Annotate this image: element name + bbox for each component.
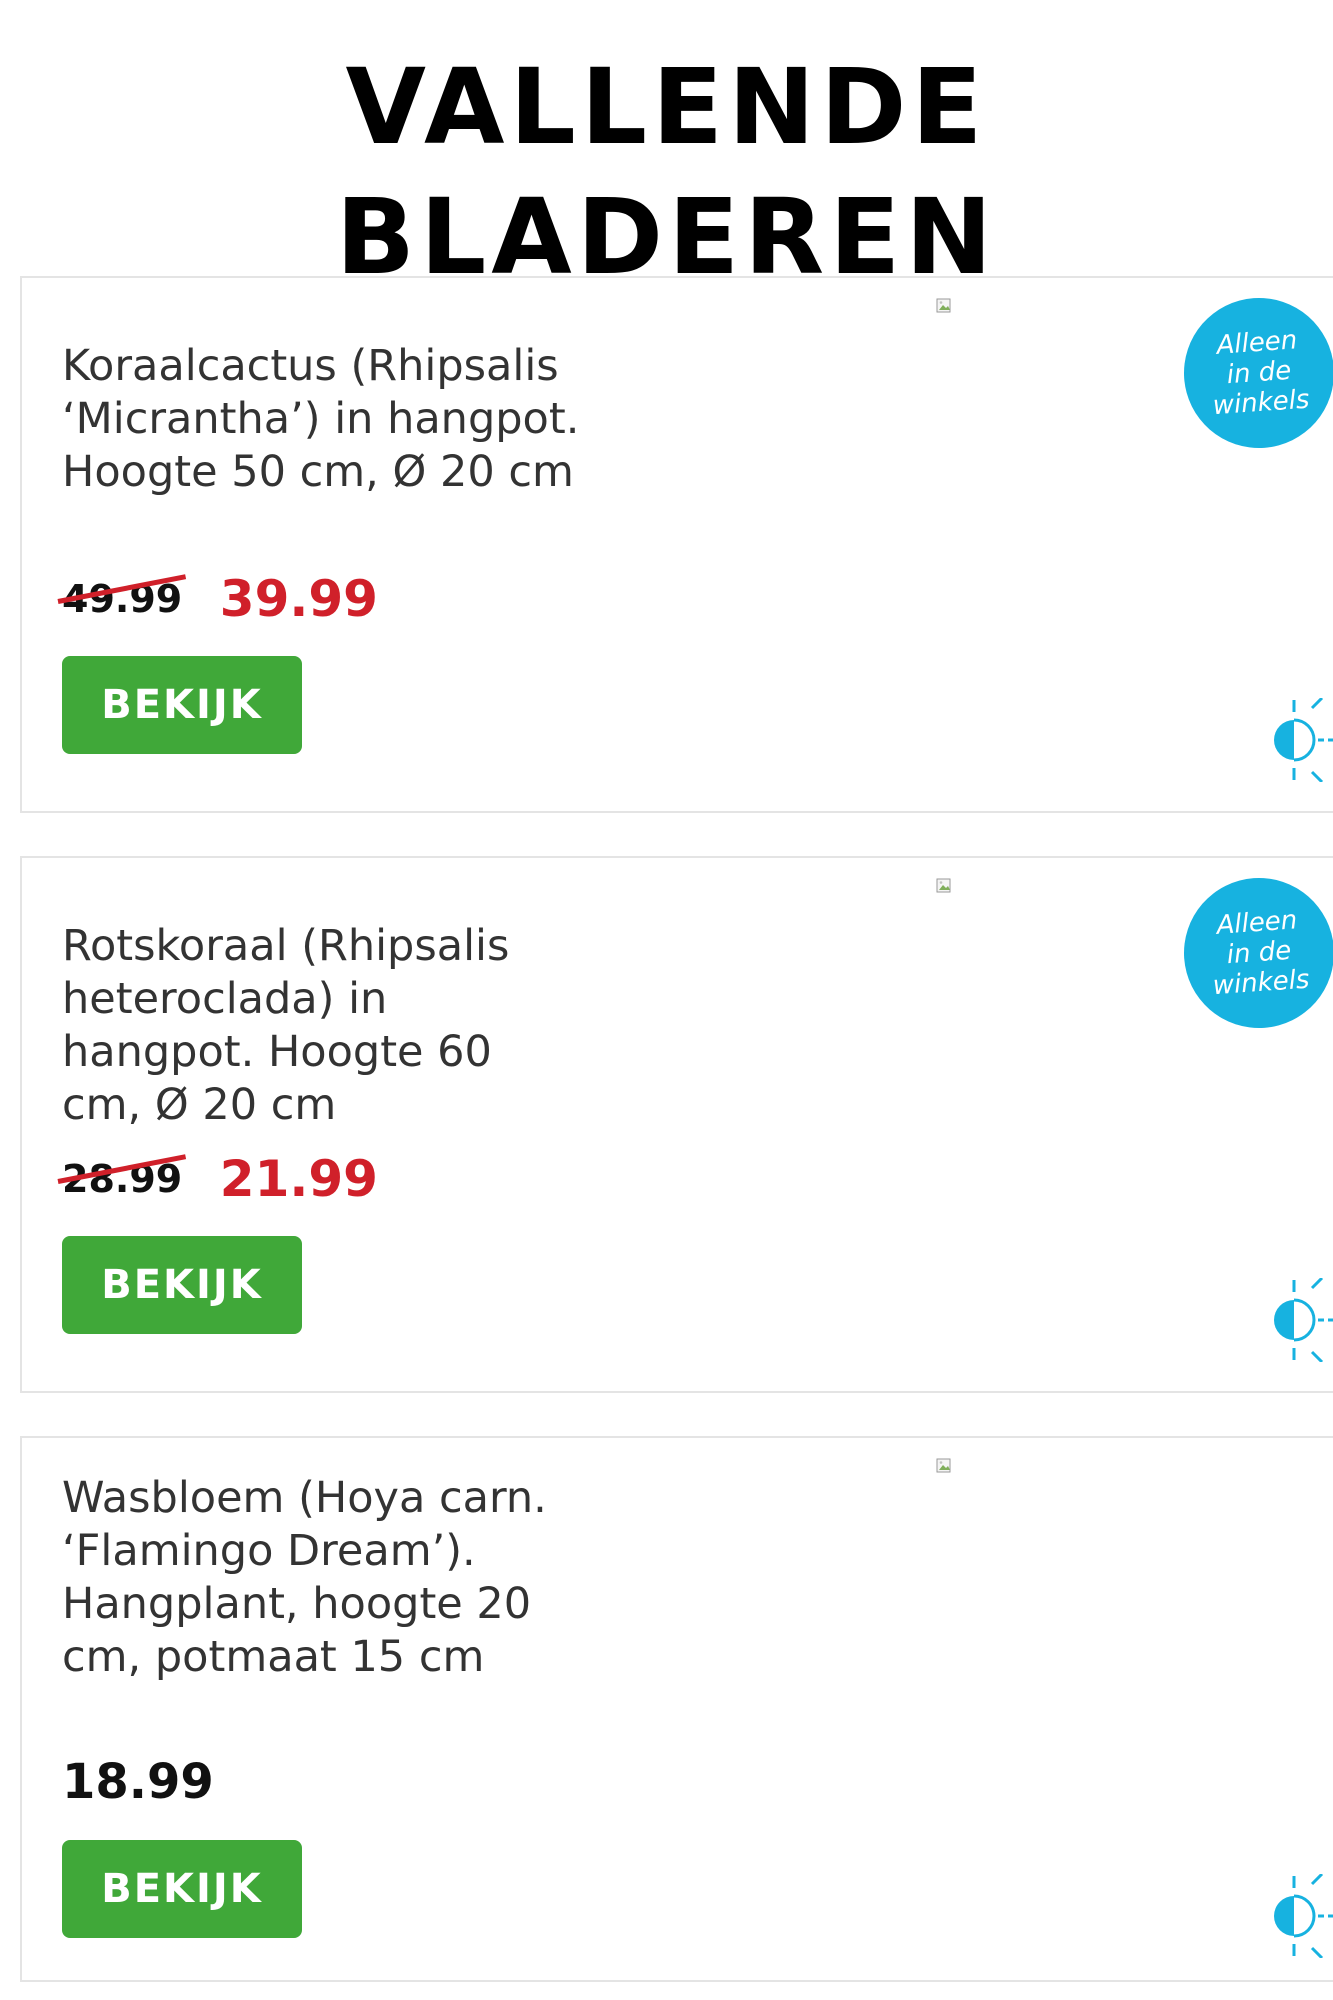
old-price: 28.99	[57, 1154, 187, 1201]
broken-image-icon	[936, 298, 951, 313]
half-sun-icon	[1274, 1874, 1333, 1958]
product-description: Wasbloem (Hoya carn. ‘Flamingo Dream’). …	[62, 1473, 547, 1682]
bekijk-button[interactable]: BEKIJK	[62, 1236, 302, 1334]
half-sun-icon	[1274, 698, 1333, 782]
price-row: 49.99 39.99	[57, 570, 378, 628]
badge-text: Alleen in de winkels	[1211, 905, 1311, 1002]
product-description: Koraalcactus (Rhipsalis ‘Micrantha’) in …	[62, 341, 580, 497]
half-sun-icon	[1274, 1278, 1333, 1362]
page-title: VALLENDE BLADEREN	[335, 46, 998, 298]
badge-text: Alleen in de winkels	[1211, 325, 1311, 422]
sale-price: 39.99	[219, 570, 378, 628]
price: 18.99	[62, 1754, 214, 1810]
store-only-badge: Alleen in de winkels	[1178, 292, 1333, 454]
price-row: 28.99 21.99	[57, 1150, 378, 1208]
product-card: Wasbloem (Hoya carn. ‘Flamingo Dream’). …	[20, 1436, 1333, 1982]
store-only-badge: Alleen in de winkels	[1178, 872, 1333, 1034]
bekijk-button[interactable]: BEKIJK	[62, 1840, 302, 1938]
product-description: Rotskoraal (Rhipsalis heteroclada) in ha…	[62, 921, 510, 1130]
product-card: Rotskoraal (Rhipsalis heteroclada) in ha…	[20, 856, 1333, 1393]
price-row: 18.99	[62, 1754, 214, 1810]
broken-image-icon	[936, 1458, 951, 1473]
sale-price: 21.99	[219, 1150, 378, 1208]
broken-image-icon	[936, 878, 951, 893]
product-card: Koraalcactus (Rhipsalis ‘Micrantha’) in …	[20, 276, 1333, 813]
bekijk-button[interactable]: BEKIJK	[62, 656, 302, 754]
old-price: 49.99	[57, 574, 187, 621]
